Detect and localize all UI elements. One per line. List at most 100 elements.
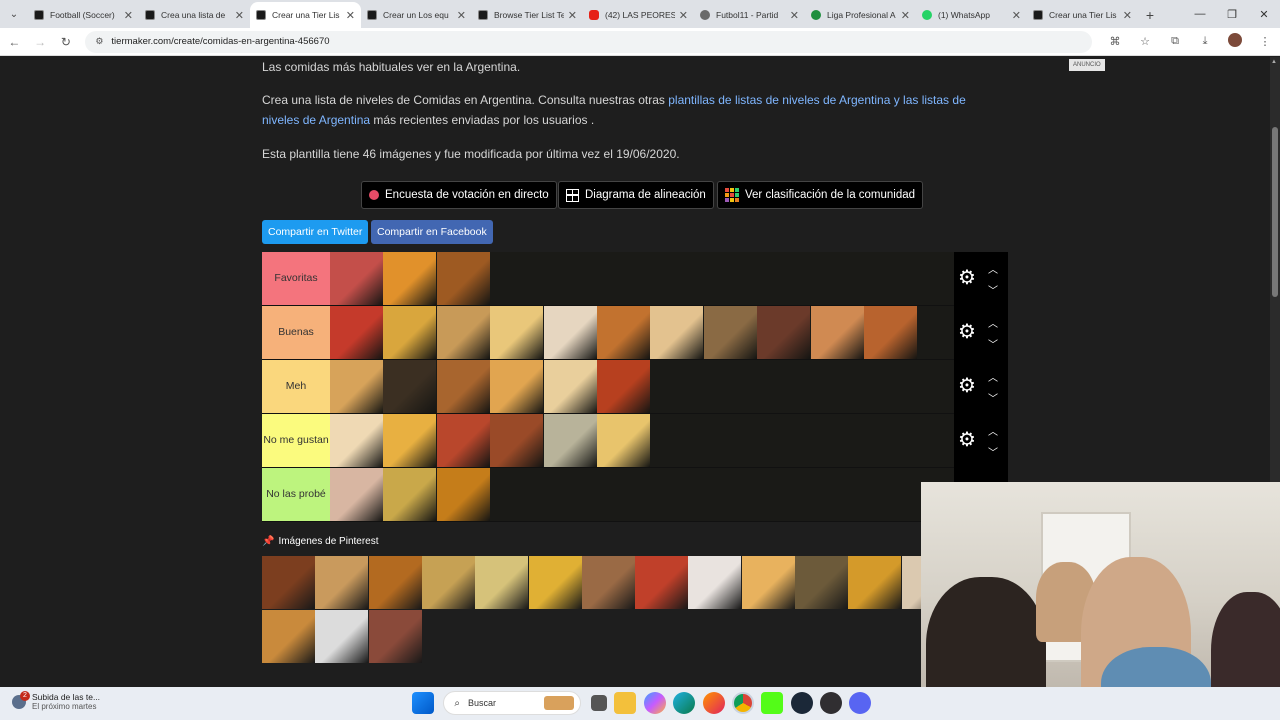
food-image[interactable] (863, 306, 917, 359)
browser-tab[interactable]: Crea una lista de ✕ (139, 2, 250, 28)
tab-close-icon[interactable]: ✕ (568, 9, 577, 22)
food-image[interactable] (703, 306, 757, 359)
food-image[interactable] (795, 556, 848, 609)
steam-icon[interactable] (790, 692, 813, 714)
food-image[interactable] (543, 360, 597, 413)
tier-label[interactable]: Meh (262, 360, 330, 413)
menu-kebab-icon[interactable]: ⋮ (1250, 35, 1280, 48)
tab-close-icon[interactable]: ✕ (457, 9, 466, 22)
food-image[interactable] (383, 306, 437, 359)
food-image[interactable] (368, 556, 422, 609)
translate-icon[interactable]: ⌘ (1100, 35, 1130, 48)
food-image[interactable] (330, 414, 383, 467)
tab-close-icon[interactable]: ✕ (124, 9, 133, 22)
food-image[interactable] (635, 556, 689, 609)
food-image[interactable] (315, 556, 369, 609)
chevron-up-icon[interactable]: ︿ (988, 369, 998, 384)
back-icon[interactable]: ← (3, 35, 26, 49)
bookmark-star-icon[interactable]: ☆ (1130, 35, 1160, 48)
kick-icon[interactable] (761, 692, 784, 714)
food-image[interactable] (383, 468, 437, 521)
forward-icon[interactable]: → (29, 35, 52, 49)
food-image[interactable] (383, 252, 437, 305)
community-ranking-button[interactable]: Ver clasificación de la comunidad (717, 181, 924, 209)
food-image[interactable] (810, 306, 864, 359)
food-image[interactable] (581, 556, 635, 609)
food-image[interactable] (330, 360, 383, 413)
food-image[interactable] (688, 556, 742, 609)
food-image[interactable] (490, 360, 544, 413)
food-image[interactable] (596, 414, 650, 467)
browser-tab[interactable]: Futbol11 - Partid ✕ (694, 2, 805, 28)
address-bar[interactable]: ⚙ tiermaker.com/create/comidas-en-argent… (85, 30, 1092, 53)
food-image[interactable] (421, 556, 475, 609)
tier-label[interactable]: No me gustan (262, 414, 330, 467)
reload-icon[interactable]: ↻ (55, 35, 78, 49)
maximize-icon[interactable]: ❐ (1216, 0, 1248, 28)
share-facebook-button[interactable]: Compartir en Facebook (371, 220, 493, 244)
gear-icon[interactable]: ⚙ (958, 322, 976, 342)
food-image[interactable] (368, 609, 422, 663)
weather-widget[interactable]: 2 Subida de las te... El próximo martes (12, 690, 100, 711)
food-image[interactable] (528, 556, 582, 609)
tab-close-icon[interactable]: ✕ (346, 9, 355, 22)
food-image[interactable] (475, 556, 529, 609)
chevron-down-icon[interactable]: ﹀ (988, 282, 998, 297)
firefox-icon[interactable] (702, 692, 725, 714)
food-image[interactable] (262, 609, 315, 663)
chrome-icon[interactable] (731, 692, 754, 714)
alignment-chart-button[interactable]: Diagrama de alineación (558, 181, 714, 209)
taskbar-search[interactable]: ⌕ Buscar (443, 691, 582, 715)
food-image[interactable] (330, 306, 383, 359)
food-image[interactable] (436, 468, 490, 521)
food-image[interactable] (490, 306, 544, 359)
food-image[interactable] (436, 306, 490, 359)
obs-icon[interactable] (820, 692, 843, 714)
tab-close-icon[interactable]: ✕ (679, 9, 688, 22)
food-image[interactable] (650, 306, 704, 359)
food-image[interactable] (757, 306, 811, 359)
profile-avatar[interactable] (1220, 33, 1250, 50)
extensions-icon[interactable]: ⧉ (1160, 35, 1190, 48)
gear-icon[interactable]: ⚙ (958, 430, 976, 450)
tab-close-icon[interactable]: ✕ (1012, 9, 1021, 22)
tier-label[interactable]: No las probé (262, 468, 330, 521)
tab-close-icon[interactable]: ✕ (235, 9, 244, 22)
share-twitter-button[interactable]: Compartir en Twitter (262, 220, 369, 244)
browser-tab[interactable]: Liga Profesional A ✕ (805, 2, 916, 28)
site-info-icon[interactable]: ⚙ (95, 36, 103, 47)
browser-tab[interactable]: (42) LAS PEORES ✕ (583, 2, 694, 28)
scroll-up-icon[interactable]: ▲ (1271, 59, 1277, 65)
browser-tab[interactable]: Crear una Tier Lis ✕ (250, 2, 361, 28)
discord-icon[interactable] (849, 692, 872, 714)
copilot-icon[interactable] (643, 692, 666, 714)
food-image[interactable] (383, 360, 437, 413)
food-image[interactable] (741, 556, 795, 609)
browser-tab[interactable]: (1) WhatsApp ✕ (916, 2, 1027, 28)
chevron-down-icon[interactable]: ﹀ (988, 390, 998, 405)
food-image[interactable] (330, 252, 383, 305)
chevron-up-icon[interactable]: ︿ (988, 423, 998, 438)
food-image[interactable] (543, 414, 597, 467)
close-window-icon[interactable]: ✕ (1248, 0, 1280, 28)
windows-start-icon[interactable] (411, 692, 434, 714)
food-image[interactable] (436, 414, 490, 467)
scroll-thumb[interactable] (1272, 127, 1278, 297)
edge-icon[interactable] (673, 692, 696, 714)
food-image[interactable] (436, 360, 490, 413)
food-image[interactable] (596, 360, 650, 413)
tab-search-icon[interactable]: ⌄ (0, 0, 28, 28)
browser-tab[interactable]: Football (Soccer) ✕ (28, 2, 139, 28)
tab-close-icon[interactable]: ✕ (790, 9, 799, 22)
chevron-down-icon[interactable]: ﹀ (988, 336, 998, 351)
food-image[interactable] (330, 468, 383, 521)
gear-icon[interactable]: ⚙ (958, 268, 976, 288)
gear-icon[interactable]: ⚙ (958, 376, 976, 396)
chevron-down-icon[interactable]: ﹀ (988, 444, 998, 459)
chevron-up-icon[interactable]: ︿ (988, 315, 998, 330)
tier-label[interactable]: Favoritas (262, 252, 330, 305)
food-image[interactable] (596, 306, 650, 359)
tier-label[interactable]: Buenas (262, 306, 330, 359)
food-image[interactable] (262, 556, 315, 609)
file-explorer-icon[interactable] (614, 692, 637, 714)
